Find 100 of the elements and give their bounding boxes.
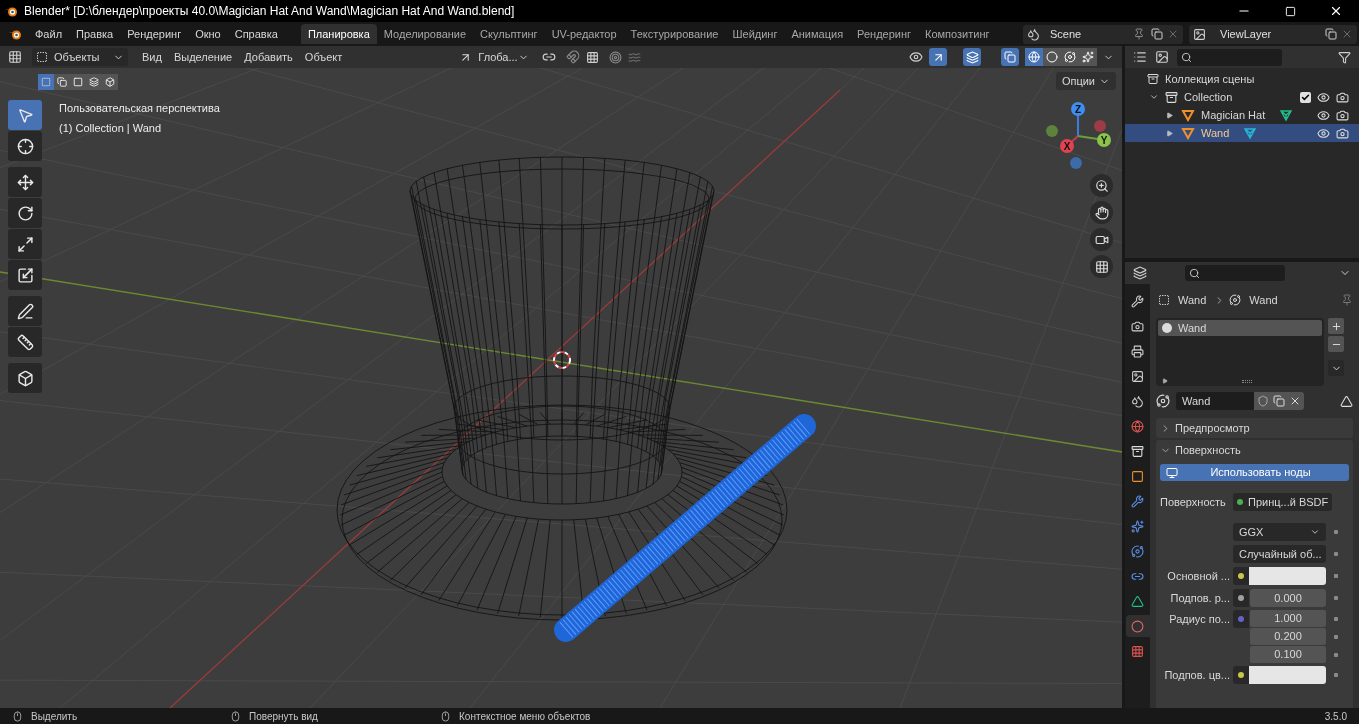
dropdown[interactable]: Случайный об... bbox=[1233, 545, 1326, 563]
proportional-edit-icon[interactable] bbox=[608, 50, 622, 64]
pivot-icon[interactable] bbox=[541, 50, 556, 64]
workspace-tab[interactable]: Скульптинг bbox=[473, 24, 545, 44]
expand-icon[interactable] bbox=[1162, 378, 1168, 384]
number-field[interactable]: 0.200 bbox=[1250, 628, 1326, 645]
workspace-tab[interactable]: Анимация bbox=[784, 24, 851, 44]
remove-slot-button[interactable] bbox=[1328, 336, 1344, 352]
copy-icon[interactable] bbox=[1273, 395, 1285, 407]
close-icon[interactable] bbox=[1167, 28, 1179, 40]
orientation-dropdown[interactable]: Глоба... bbox=[456, 48, 532, 66]
tool-button[interactable] bbox=[8, 131, 42, 161]
color-swatch[interactable] bbox=[1249, 666, 1326, 684]
eye-icon[interactable] bbox=[1317, 90, 1330, 104]
panel-header[interactable]: Предпросмотр bbox=[1156, 418, 1353, 438]
gizmo-toggle[interactable] bbox=[929, 48, 947, 66]
number-field[interactable]: 0.100 bbox=[1250, 646, 1326, 663]
select-mode-button[interactable] bbox=[102, 74, 118, 90]
menu-item[interactable]: Выделение bbox=[167, 48, 239, 66]
menu-item[interactable]: Правка bbox=[69, 25, 121, 43]
socket-button[interactable] bbox=[1233, 666, 1249, 684]
workspace-tab[interactable]: Планировка bbox=[300, 24, 377, 44]
use-nodes-button[interactable]: Использовать ноды bbox=[1160, 464, 1349, 481]
number-field[interactable]: 1.000 bbox=[1250, 610, 1326, 627]
shading-mode-button[interactable] bbox=[1025, 48, 1043, 66]
tool-button[interactable] bbox=[8, 198, 42, 228]
color-swatch[interactable] bbox=[1249, 567, 1326, 585]
menu-item[interactable]: Вид bbox=[136, 48, 168, 66]
close-icon[interactable] bbox=[1341, 28, 1353, 40]
material-slot[interactable]: Wand bbox=[1158, 320, 1322, 336]
overlay-toggle[interactable] bbox=[963, 48, 981, 66]
select-mode-button[interactable] bbox=[54, 74, 70, 90]
tree-item[interactable]: Коллекция сцены bbox=[1165, 70, 1255, 88]
outliner-row[interactable]: Magician Hat bbox=[1125, 106, 1359, 124]
shading-mode-button[interactable] bbox=[1079, 48, 1097, 66]
workspace-tab[interactable]: Моделирование bbox=[376, 24, 474, 44]
scene-selector[interactable]: Scene bbox=[1023, 24, 1183, 44]
navigation-gizmo[interactable]: X Y Z bbox=[1046, 102, 1111, 169]
options-dropdown[interactable]: Опции bbox=[1055, 72, 1116, 90]
add-slot-button[interactable] bbox=[1328, 318, 1344, 334]
camera-icon[interactable] bbox=[1336, 126, 1349, 140]
dropdown[interactable]: GGX bbox=[1233, 523, 1326, 541]
tool-button[interactable] bbox=[8, 296, 42, 326]
camera-icon[interactable] bbox=[1336, 108, 1349, 122]
snap-target-icon[interactable] bbox=[585, 50, 599, 64]
tool-button[interactable] bbox=[8, 229, 42, 259]
menu-item[interactable]: Файл bbox=[28, 25, 70, 43]
camera-icon[interactable] bbox=[1336, 90, 1349, 104]
tool-button[interactable] bbox=[8, 260, 42, 290]
workspace-tab[interactable]: UV-редактор bbox=[544, 24, 624, 44]
shading-mode-button[interactable] bbox=[1043, 48, 1061, 66]
socket-button[interactable] bbox=[1233, 567, 1249, 585]
pin-icon[interactable] bbox=[1341, 294, 1353, 306]
hand-button[interactable] bbox=[1090, 201, 1113, 224]
tree-item[interactable]: Magician Hat bbox=[1201, 106, 1266, 124]
eye-icon[interactable] bbox=[1317, 108, 1330, 122]
snap-icon[interactable] bbox=[565, 50, 580, 64]
grid-button[interactable] bbox=[1090, 255, 1113, 278]
workspace-tab[interactable]: Текстурирование bbox=[623, 24, 726, 44]
expand-icon[interactable] bbox=[1149, 92, 1159, 102]
tree-item[interactable]: Collection bbox=[1184, 88, 1233, 106]
workspace-tab[interactable]: Шейдинг bbox=[725, 24, 785, 44]
mode-dropdown[interactable]: Объекты bbox=[32, 48, 128, 66]
resize-handle-icon[interactable] bbox=[1242, 379, 1252, 383]
editor-type-icon[interactable] bbox=[1133, 50, 1147, 64]
menu-item[interactable]: Объект bbox=[298, 48, 349, 66]
material-name-field[interactable]: Wand bbox=[1176, 392, 1254, 410]
search-field[interactable] bbox=[1185, 265, 1285, 281]
shield-icon[interactable] bbox=[1257, 395, 1269, 407]
outliner-row[interactable]: Wand bbox=[1125, 124, 1359, 142]
zoom-button[interactable] bbox=[1090, 174, 1113, 197]
view-layer-selector[interactable]: ViewLayer bbox=[1189, 24, 1357, 44]
visibility-icon[interactable] bbox=[909, 50, 923, 64]
tool-button[interactable] bbox=[8, 363, 42, 393]
editor-type-icon[interactable] bbox=[1133, 266, 1147, 280]
close-icon[interactable] bbox=[1289, 395, 1301, 407]
workspace-tab[interactable]: Рендеринг bbox=[850, 24, 919, 44]
copy-icon[interactable] bbox=[1151, 28, 1163, 40]
tool-button[interactable] bbox=[8, 167, 42, 197]
socket-button[interactable] bbox=[1233, 589, 1249, 607]
workspace-tab[interactable]: Композитинг bbox=[918, 24, 997, 44]
checkbox[interactable] bbox=[1300, 91, 1311, 103]
menu-item[interactable]: Добавить bbox=[238, 48, 299, 66]
expand-icon[interactable] bbox=[1166, 111, 1173, 119]
eye-icon[interactable] bbox=[1317, 126, 1330, 140]
filter-icon[interactable] bbox=[1338, 50, 1351, 64]
expand-icon[interactable] bbox=[1166, 129, 1173, 137]
camera-button[interactable] bbox=[1090, 228, 1113, 251]
menu-item[interactable]: Рендеринг bbox=[120, 25, 189, 43]
slot-menu-button[interactable] bbox=[1328, 360, 1344, 376]
menu-item[interactable]: Справка bbox=[227, 25, 285, 43]
xray-toggle[interactable] bbox=[1001, 48, 1019, 66]
material-browse-icon[interactable] bbox=[1156, 394, 1170, 408]
display-mode-icon[interactable] bbox=[1155, 50, 1169, 64]
tool-button[interactable] bbox=[8, 327, 42, 357]
menu-item[interactable]: Окно bbox=[188, 25, 228, 43]
copy-icon[interactable] bbox=[1325, 28, 1337, 40]
panel-header[interactable]: Поверхность bbox=[1156, 440, 1353, 460]
tree-item[interactable]: Wand bbox=[1201, 124, 1230, 142]
search-field[interactable] bbox=[1177, 48, 1282, 66]
